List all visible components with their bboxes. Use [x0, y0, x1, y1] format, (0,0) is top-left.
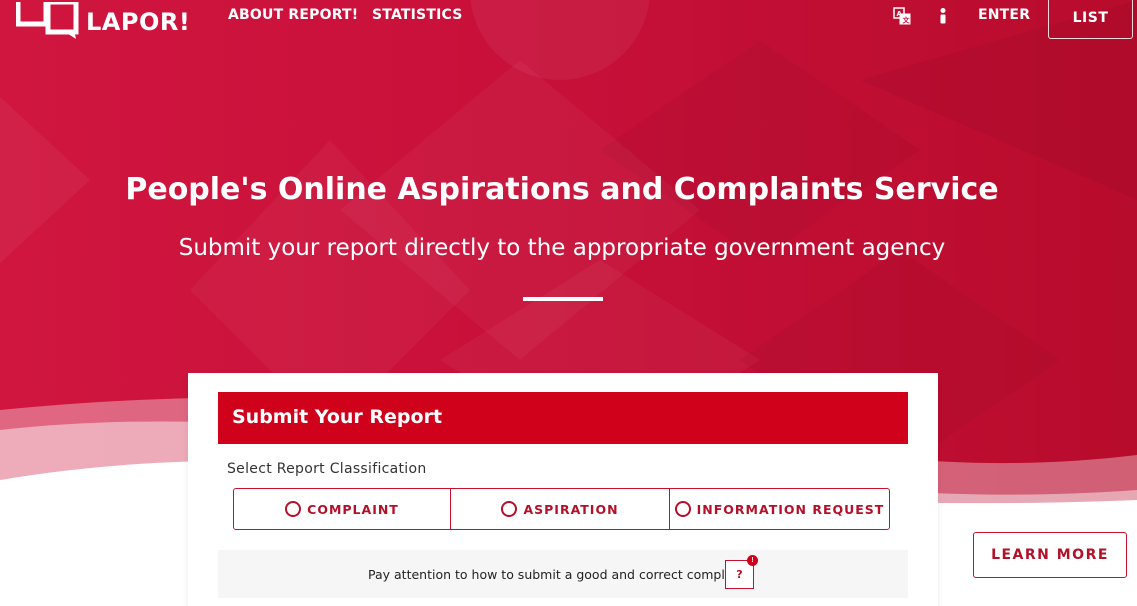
nav-statistics[interactable]: STATISTICS — [372, 7, 463, 23]
option-label: INFORMATION REQUEST — [696, 501, 885, 517]
site-logo[interactable]: LAPOR! — [16, 2, 191, 40]
translate-icon[interactable]: A 文 — [893, 7, 911, 25]
tip-bar: Pay attention to how to submit a good an… — [218, 550, 908, 598]
svg-text:文: 文 — [903, 16, 911, 25]
brand-name: LAPOR! — [86, 8, 191, 36]
option-complaint[interactable]: COMPLAINT — [234, 489, 451, 529]
radio-icon[interactable] — [285, 501, 302, 517]
report-form-card: Submit Your Report Select Report Classif… — [188, 373, 938, 606]
report-form-header: Submit Your Report — [218, 392, 908, 444]
option-label: COMPLAINT — [307, 501, 399, 517]
top-navigation-bar: LAPOR! ABOUT REPORT! STATISTICS A 文 ENTE… — [0, 0, 1137, 40]
learn-more-button[interactable]: LEARN MORE — [973, 532, 1127, 578]
option-information-request[interactable]: INFORMATION REQUEST — [670, 489, 889, 529]
hero-title: People's Online Aspirations and Complain… — [125, 172, 999, 207]
option-aspiration[interactable]: ASPIRATION — [451, 489, 670, 529]
help-badge: ! — [747, 555, 758, 566]
tip-text: Pay attention to how to submit a good an… — [368, 567, 749, 582]
option-label: ASPIRATION — [523, 501, 619, 517]
radio-icon[interactable] — [674, 501, 691, 517]
radio-icon[interactable] — [501, 501, 518, 517]
info-icon[interactable] — [935, 7, 953, 25]
classification-label: Select Report Classification — [227, 461, 427, 477]
report-form-title: Submit Your Report — [232, 406, 443, 428]
classification-options: COMPLAINT ASPIRATION INFORMATION REQUEST — [233, 488, 890, 530]
nav-about-report[interactable]: ABOUT REPORT! — [228, 7, 358, 23]
hero-subtitle: Submit your report directly to the appro… — [178, 235, 946, 261]
speech-bubbles-logo-icon — [16, 2, 79, 39]
nav-enter[interactable]: ENTER — [978, 7, 1030, 23]
hero-divider — [523, 297, 603, 301]
list-button[interactable]: LIST — [1048, 0, 1133, 39]
